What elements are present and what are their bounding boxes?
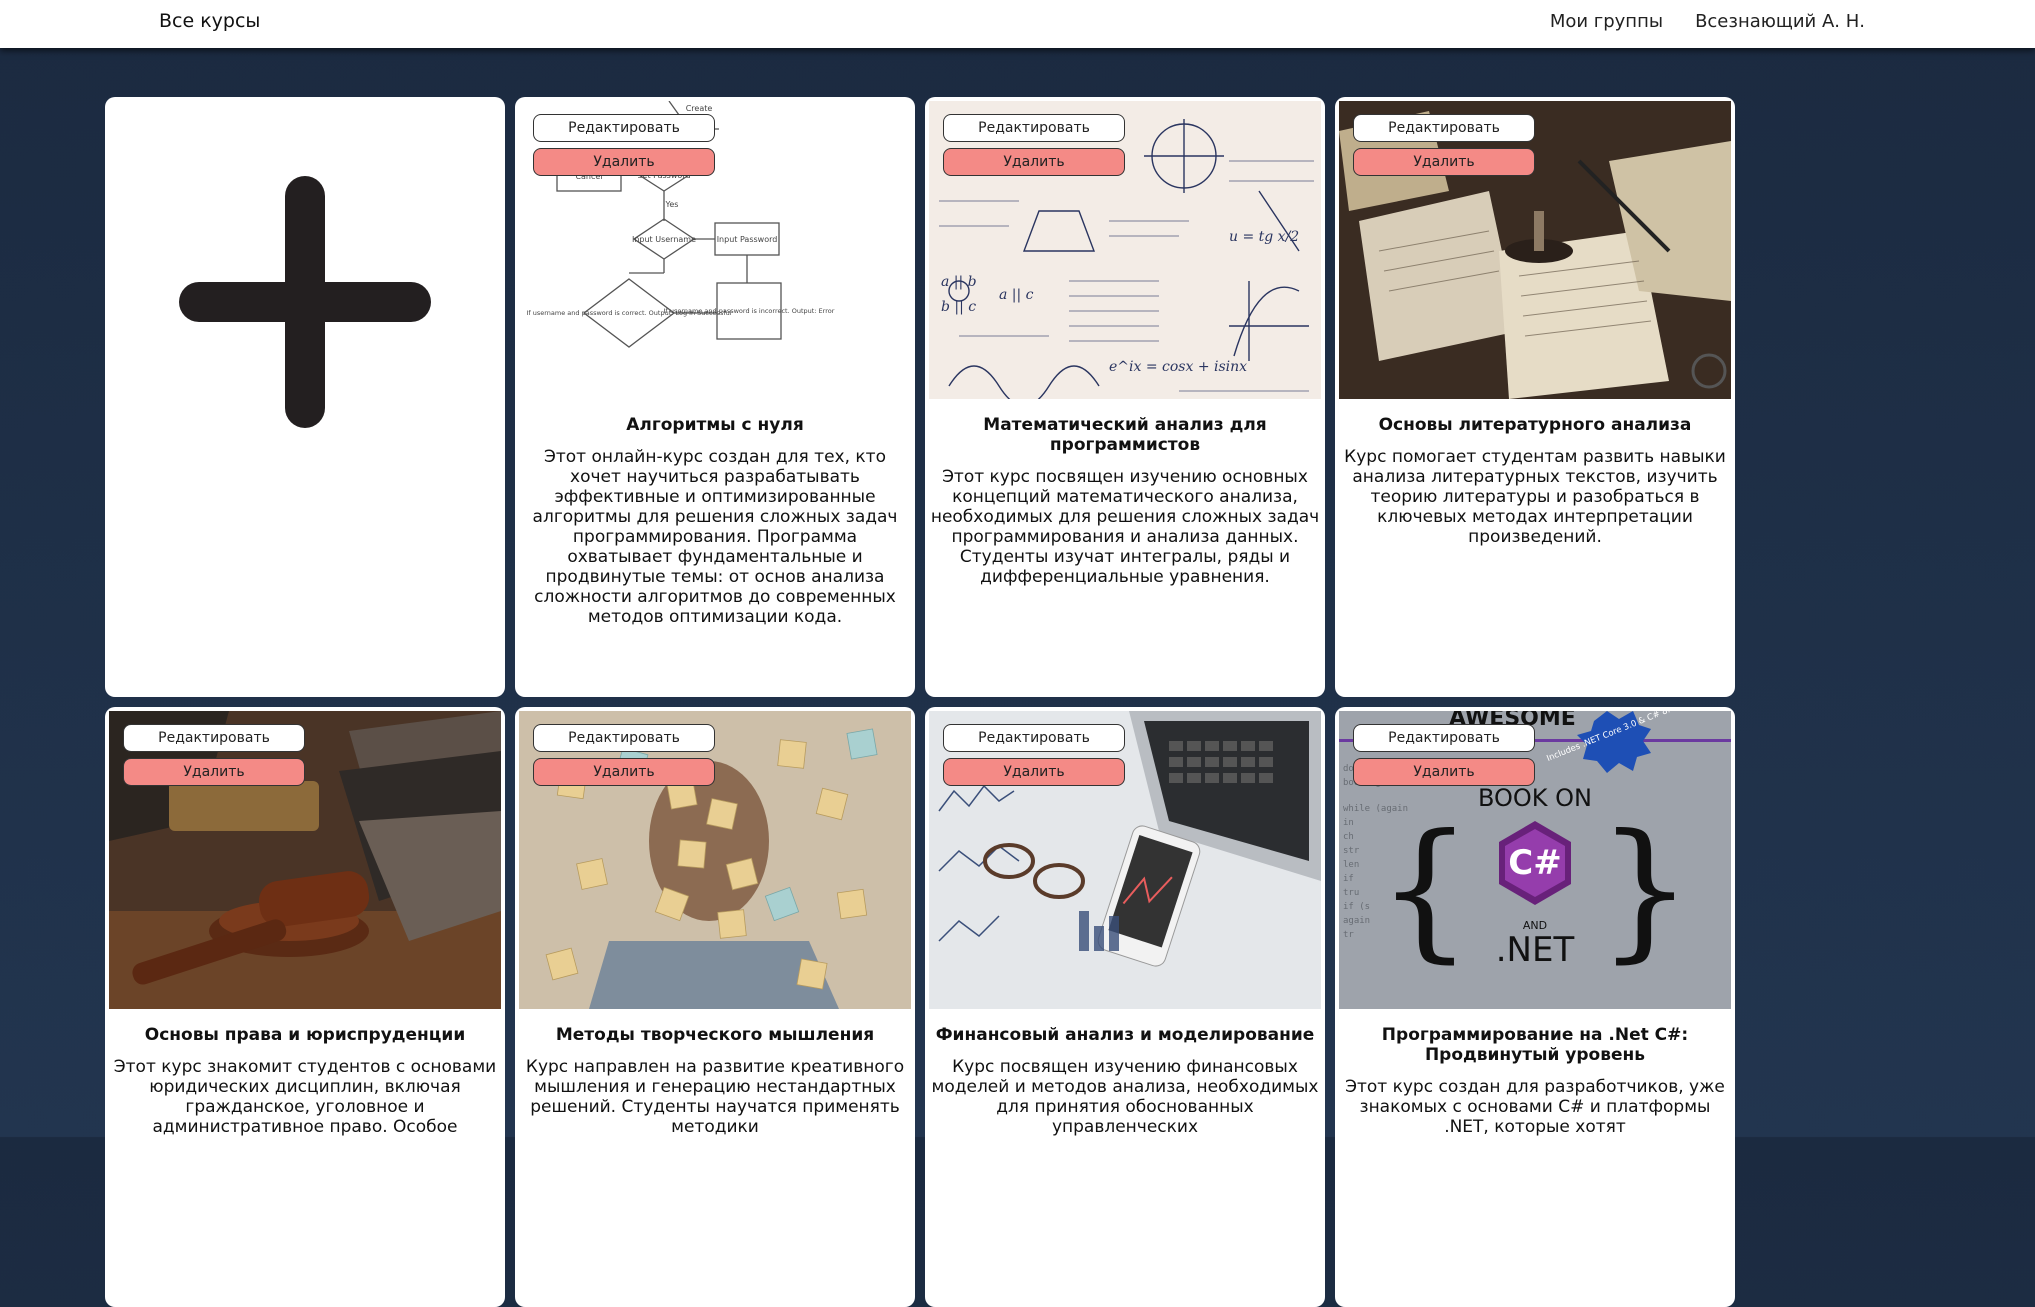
delete-course-button[interactable]: Удалить xyxy=(533,758,715,786)
course-card[interactable]: Редактировать Удалить Основы литературно… xyxy=(1335,97,1735,697)
math-formula: b || c xyxy=(941,299,976,315)
course-title: Основы права и юриспруденции xyxy=(144,1025,466,1045)
delete-course-button[interactable]: Удалить xyxy=(943,758,1125,786)
course-title: Алгоритмы с нуля xyxy=(626,415,804,435)
math-formula: u = tg x/2 xyxy=(1229,229,1299,245)
course-card[interactable]: e^ix = cosx + isinx u = tg x/2 a || b b … xyxy=(925,97,1325,697)
svg-text:tr: tr xyxy=(1343,930,1354,940)
top-navbar: Все курсы Мои группы Всезнающий А. Н. xyxy=(0,0,2035,48)
plus-icon xyxy=(179,176,431,428)
course-description: Этот курс создан для разработчиков, уже … xyxy=(1345,1077,1725,1137)
course-description: Этот курс знакомит студентов с основами … xyxy=(113,1057,497,1137)
course-description: Курс направлен на развитие креативного м… xyxy=(525,1057,905,1137)
svg-text:str: str xyxy=(1343,846,1360,856)
csharp-book-image: double abool again while (again in ch st… xyxy=(1339,711,1731,1009)
course-title: Методы творческого мышления xyxy=(555,1025,875,1045)
svg-text:if: if xyxy=(1343,874,1354,884)
delete-course-button[interactable]: Удалить xyxy=(943,148,1125,176)
svg-text:tru: tru xyxy=(1343,888,1359,898)
course-title: Программирование на .Net C#: Продвинутый… xyxy=(1381,1025,1689,1065)
course-card[interactable]: Редактировать Удалить Финансовый анализ … xyxy=(925,707,1325,1307)
finance-desk-image xyxy=(929,711,1321,1009)
flowchart-label: Input Username xyxy=(632,235,696,244)
my-groups-link[interactable]: Мои группы xyxy=(1550,11,1663,32)
course-card[interactable]: Редактировать Удалить Методы творческого… xyxy=(515,707,915,1307)
course-card[interactable]: Create Cancel No Set Password Yes Input … xyxy=(515,97,915,697)
course-description: Курс помогает студентам развить навыки а… xyxy=(1344,447,1726,547)
book-heading: .NET xyxy=(1496,930,1575,970)
flowchart-label: Create xyxy=(686,104,713,113)
course-card[interactable]: double abool again while (again in ch st… xyxy=(1335,707,1735,1307)
add-course-card[interactable] xyxy=(105,97,505,697)
course-title: Финансовый анализ и моделирование xyxy=(935,1025,1315,1045)
delete-course-button[interactable]: Удалить xyxy=(533,148,715,176)
flowchart-image: Create Cancel No Set Password Yes Input … xyxy=(519,101,911,399)
math-formula: e^ix = cosx + isinx xyxy=(1109,359,1247,375)
math-formula: a || b xyxy=(941,274,977,290)
course-title: Математический анализ для программистов xyxy=(983,415,1267,455)
book-heading: BOOK ON xyxy=(1478,784,1592,812)
course-card[interactable]: Редактировать Удалить Основы права и юри… xyxy=(105,707,505,1307)
svg-text:in: in xyxy=(1343,818,1354,828)
vintage-papers-image xyxy=(1339,101,1731,399)
gavel-books-image xyxy=(109,711,501,1009)
math-formulas-image: e^ix = cosx + isinx u = tg x/2 a || b b … xyxy=(929,101,1321,399)
csharp-logo: C# xyxy=(1508,843,1561,883)
course-description: Этот онлайн-курс создан для тех, кто хоч… xyxy=(532,447,898,627)
edit-course-button[interactable]: Редактировать xyxy=(1353,114,1535,142)
edit-course-button[interactable]: Редактировать xyxy=(943,724,1125,752)
edit-course-button[interactable]: Редактировать xyxy=(943,114,1125,142)
all-courses-link[interactable]: Все курсы xyxy=(159,10,260,32)
course-description: Курс посвящен изучению финансовых моделе… xyxy=(931,1057,1319,1137)
edit-course-button[interactable]: Редактировать xyxy=(1353,724,1535,752)
delete-course-button[interactable]: Удалить xyxy=(1353,758,1535,786)
svg-text:again: again xyxy=(1343,916,1370,926)
flowchart-label: Input Password xyxy=(717,235,778,244)
svg-text:{: { xyxy=(1377,803,1472,977)
flowchart-label: If username and password is incorrect. O… xyxy=(664,307,835,315)
course-description: Этот курс посвящен изучению основных кон… xyxy=(930,467,1320,587)
flowchart-label: Yes xyxy=(665,200,679,209)
math-formula: a || c xyxy=(999,287,1034,303)
svg-text:if (s: if (s xyxy=(1343,902,1370,912)
course-title: Основы литературного анализа xyxy=(1378,415,1692,435)
course-grid: Create Cancel No Set Password Yes Input … xyxy=(105,97,1735,1307)
edit-course-button[interactable]: Редактировать xyxy=(533,724,715,752)
delete-course-button[interactable]: Удалить xyxy=(123,758,305,786)
delete-course-button[interactable]: Удалить xyxy=(1353,148,1535,176)
svg-text:ch: ch xyxy=(1343,832,1354,842)
svg-text:}: } xyxy=(1597,803,1692,977)
nav-right: Мои группы Всезнающий А. Н. xyxy=(1550,11,1865,32)
edit-course-button[interactable]: Редактировать xyxy=(123,724,305,752)
svg-text:len: len xyxy=(1343,860,1359,870)
edit-course-button[interactable]: Редактировать xyxy=(533,114,715,142)
sticky-notes-image xyxy=(519,711,911,1009)
user-profile-link[interactable]: Всезнающий А. Н. xyxy=(1695,11,1865,32)
